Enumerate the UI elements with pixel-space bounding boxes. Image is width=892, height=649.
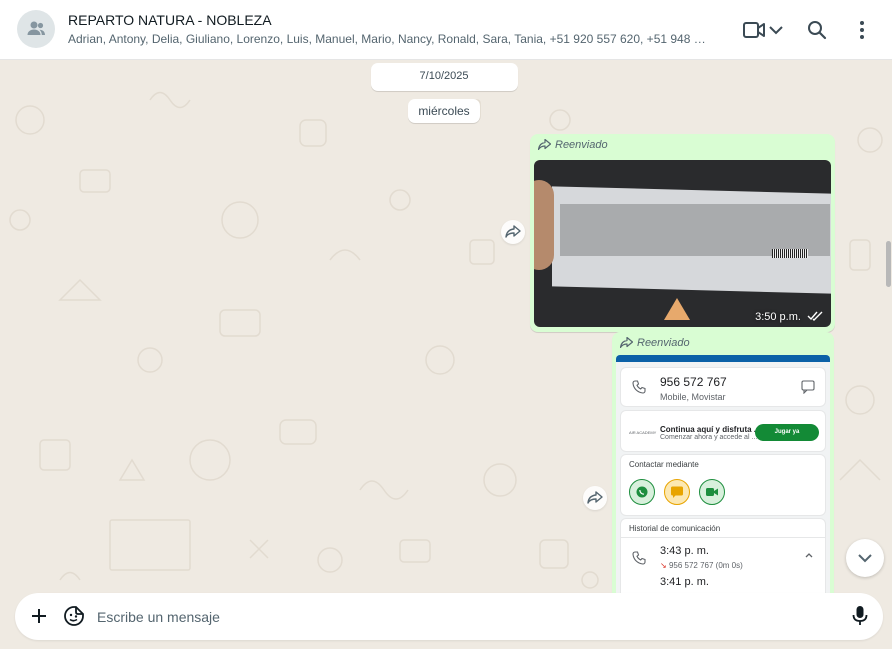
- contact-via-label: Contactar mediante: [629, 460, 699, 469]
- message-bubble-icon: [801, 380, 815, 394]
- message-image[interactable]: 956 572 767 Mobile, Movistar AIR ACADEMY…: [616, 355, 830, 593]
- scroll-to-bottom-button[interactable]: [846, 539, 884, 577]
- message-time: 3:50 p.m.: [755, 311, 823, 323]
- meet-video-icon: [706, 488, 718, 496]
- contact-via-card: Contactar mediante: [621, 455, 825, 515]
- screenshot-top-bar: [616, 355, 830, 362]
- chat-header: REPARTO NATURA - NOBLEZA Adrian, Antony,…: [0, 0, 892, 60]
- card-divider: [621, 537, 825, 538]
- call-detail-text: 956 572 767 (0m 0s): [668, 561, 743, 570]
- chevron-down-icon: [858, 554, 872, 563]
- kebab-menu-icon[interactable]: [853, 16, 871, 44]
- forwarded-label: Reenviado: [537, 138, 608, 151]
- group-avatar-icon: [27, 21, 45, 35]
- contact-phone-type: Mobile, Movistar: [660, 392, 726, 402]
- date-chip: 7/10/2025: [408, 67, 480, 85]
- participants-list[interactable]: Adrian, Antony, Delia, Giuliano, Lorenzo…: [68, 32, 708, 46]
- call-time: 3:43 p. m.: [660, 545, 709, 557]
- message-image[interactable]: 3:50 p.m.: [534, 160, 831, 327]
- whatsapp-icon: [636, 486, 648, 498]
- message-bubble[interactable]: Reenviado 3:50 p.m.: [530, 134, 835, 332]
- call-log-icon: [632, 551, 646, 565]
- ad-button: Jugar ya: [755, 424, 819, 441]
- message-input[interactable]: [97, 606, 797, 628]
- read-receipt-icon: [807, 311, 823, 321]
- composer-bar: [0, 593, 892, 649]
- ad-subtitle: Comenzar ahora y accede al ...: [660, 434, 758, 441]
- forward-arrow-icon: [505, 225, 521, 238]
- call-history-label: Historial de comunicación: [629, 524, 721, 533]
- photo-hand: [534, 180, 554, 270]
- forward-arrow-icon: [587, 491, 603, 504]
- sms-contact-button: [664, 479, 690, 505]
- chevron-up-icon: [805, 553, 813, 558]
- chat-scrollbar[interactable]: [883, 60, 892, 593]
- forwarded-icon: [537, 138, 552, 151]
- phone-icon: [632, 380, 646, 394]
- sms-icon: [671, 486, 683, 498]
- contact-phone-number: 956 572 767: [660, 375, 727, 389]
- photo-light: [664, 298, 690, 320]
- video-call-icon[interactable]: [743, 16, 765, 44]
- phone-card: 956 572 767 Mobile, Movistar: [621, 368, 825, 406]
- forwarded-label: Reenviado: [619, 336, 690, 349]
- microphone-icon[interactable]: [851, 605, 869, 627]
- chat-title[interactable]: REPARTO NATURA - NOBLEZA: [68, 12, 272, 28]
- day-separator: miércoles: [408, 99, 480, 123]
- message-time-text: 3:50 p.m.: [755, 311, 801, 323]
- scrollbar-thumb[interactable]: [886, 241, 891, 287]
- whatsapp-contact-button: [629, 479, 655, 505]
- ad-card: AIR ACADEMY Continua aquí y disfruta ...…: [621, 411, 825, 451]
- ad-logo: AIR ACADEMY: [629, 430, 657, 435]
- call-history-card: Historial de comunicación 3:43 p. m. ↘ 9…: [621, 519, 825, 593]
- forwarded-text: Reenviado: [555, 139, 608, 151]
- sticker-emoji-icon[interactable]: [63, 605, 85, 627]
- photo-barcode: [772, 249, 808, 258]
- call-detail: ↘ 956 572 767 (0m 0s): [660, 561, 743, 570]
- message-list[interactable]: Añad atura. 7/10/2025 miércoles Reenviad…: [0, 60, 892, 593]
- chevron-down-icon[interactable]: [768, 16, 784, 44]
- composer: [15, 593, 883, 640]
- ad-title: Continua aquí y disfruta ...: [660, 425, 761, 434]
- forwarded-icon: [619, 336, 634, 349]
- forwarded-text: Reenviado: [637, 337, 690, 349]
- group-avatar[interactable]: [17, 10, 55, 48]
- forward-button[interactable]: [501, 220, 525, 244]
- forward-button[interactable]: [583, 486, 607, 510]
- video-contact-button: [699, 479, 725, 505]
- attach-plus-icon[interactable]: [28, 605, 50, 627]
- call-time: 3:41 p. m.: [660, 576, 709, 588]
- message-bubble[interactable]: Reenviado 956 572 767 Mobile, Movistar A…: [612, 332, 834, 593]
- search-icon[interactable]: [806, 16, 828, 44]
